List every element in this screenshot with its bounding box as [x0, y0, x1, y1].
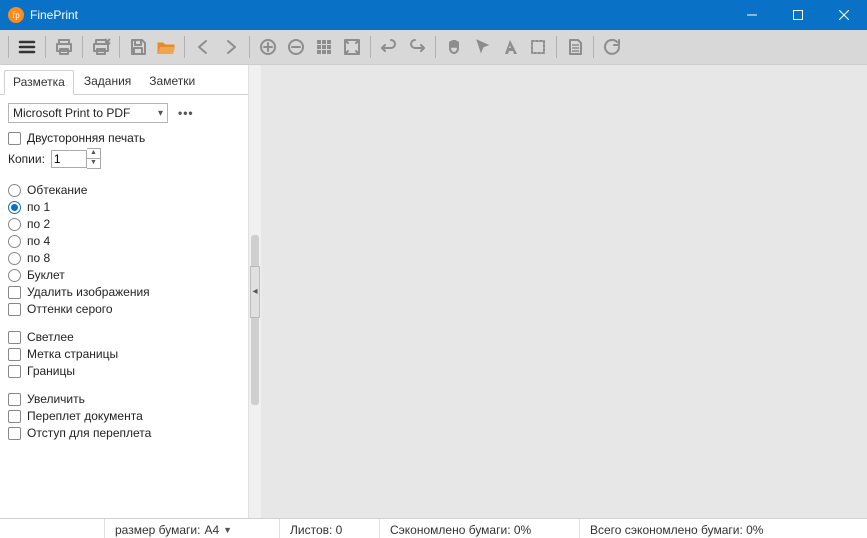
booklet-label: Буклет — [27, 268, 65, 282]
panel-splitter[interactable]: ◂ — [249, 65, 261, 518]
lighter-checkbox[interactable] — [8, 331, 21, 344]
preview-area[interactable] — [261, 65, 867, 518]
select-crop-icon[interactable] — [524, 33, 552, 61]
gutter-bind-checkbox[interactable] — [8, 410, 21, 423]
pointer-icon[interactable] — [468, 33, 496, 61]
undo-icon[interactable] — [375, 33, 403, 61]
back-arrow-icon[interactable] — [189, 33, 217, 61]
grayscale-label: Оттенки серого — [27, 302, 113, 316]
status-saved-total: Всего сэкономлено бумаги: 0% — [580, 519, 867, 538]
open-folder-icon[interactable] — [152, 33, 180, 61]
enlarge-checkbox[interactable] — [8, 393, 21, 406]
wrap-radio[interactable] — [8, 184, 21, 197]
layout-panel: Microsoft Print to PDF ▾ ••• Двустороння… — [0, 95, 248, 518]
gutter-margin-label: Отступ для переплета — [27, 426, 151, 440]
status-sheets: Листов: 0 — [280, 519, 380, 538]
print-icon[interactable] — [50, 33, 78, 61]
left-panel: Разметка Задания Заметки Microsoft Print… — [0, 65, 249, 518]
text-icon[interactable] — [496, 33, 524, 61]
tab-jobs[interactable]: Задания — [76, 70, 139, 95]
borders-checkbox[interactable] — [8, 365, 21, 378]
menu-button[interactable] — [13, 33, 41, 61]
enlarge-label: Увеличить — [27, 392, 85, 406]
minimize-button[interactable] — [729, 0, 775, 30]
printer-more-button[interactable]: ••• — [174, 104, 198, 122]
status-paper-label: размер бумаги: — [115, 523, 200, 537]
thumbnail-grid-icon[interactable] — [310, 33, 338, 61]
per8-radio[interactable] — [8, 252, 21, 265]
per4-radio[interactable] — [8, 235, 21, 248]
lighter-label: Светлее — [27, 330, 74, 344]
per2-label: по 2 — [27, 217, 50, 231]
toolbar — [0, 30, 867, 65]
save-icon[interactable] — [124, 33, 152, 61]
remove-images-label: Удалить изображения — [27, 285, 150, 299]
per8-label: по 8 — [27, 251, 50, 265]
per2-radio[interactable] — [8, 218, 21, 231]
app-title: FinePrint — [30, 8, 78, 22]
per4-label: по 4 — [27, 234, 50, 248]
booklet-radio[interactable] — [8, 269, 21, 282]
status-bar: размер бумаги: A4 ▼ Листов: 0 Сэкономлен… — [0, 518, 867, 538]
status-paper-value: A4 — [204, 523, 219, 537]
per1-radio[interactable] — [8, 201, 21, 214]
copies-spinner[interactable]: ▲▼ — [87, 148, 101, 169]
per1-label: по 1 — [27, 200, 50, 214]
gutter-margin-checkbox[interactable] — [8, 427, 21, 440]
zoom-in-icon[interactable] — [254, 33, 282, 61]
redo-icon[interactable] — [403, 33, 431, 61]
app-icon: fp — [8, 7, 24, 23]
splitter-collapse-icon[interactable]: ◂ — [250, 266, 260, 318]
grayscale-checkbox[interactable] — [8, 303, 21, 316]
gutter-bind-label: Переплет документа — [27, 409, 143, 423]
copies-label: Копии: — [8, 152, 45, 166]
remove-images-checkbox[interactable] — [8, 286, 21, 299]
status-paper-size[interactable]: размер бумаги: A4 ▼ — [105, 519, 280, 538]
page-mark-checkbox[interactable] — [8, 348, 21, 361]
printer-select-label: Microsoft Print to PDF — [13, 106, 130, 120]
page-icon[interactable] — [561, 33, 589, 61]
dropdown-arrow-icon: ▼ — [223, 525, 232, 535]
hand-pan-icon[interactable] — [440, 33, 468, 61]
tab-notes[interactable]: Заметки — [141, 70, 203, 95]
copies-input[interactable] — [51, 150, 87, 168]
window-controls — [729, 0, 867, 30]
maximize-button[interactable] — [775, 0, 821, 30]
svg-text:fp: fp — [12, 10, 20, 20]
close-button[interactable] — [821, 0, 867, 30]
title-bar: fp FinePrint — [0, 0, 867, 30]
zoom-out-icon[interactable] — [282, 33, 310, 61]
duplex-label: Двусторонняя печать — [27, 131, 145, 145]
forward-arrow-icon[interactable] — [217, 33, 245, 61]
duplex-checkbox[interactable] — [8, 132, 21, 145]
refresh-icon[interactable] — [598, 33, 626, 61]
tab-layout[interactable]: Разметка — [4, 70, 74, 95]
borders-label: Границы — [27, 364, 75, 378]
fit-page-icon[interactable] — [338, 33, 366, 61]
chevron-down-icon: ▾ — [158, 108, 163, 119]
status-empty — [0, 519, 105, 538]
status-saved: Сэкономлено бумаги: 0% — [380, 519, 580, 538]
print-delete-icon[interactable] — [87, 33, 115, 61]
content-area: Разметка Задания Заметки Microsoft Print… — [0, 65, 867, 518]
page-mark-label: Метка страницы — [27, 347, 118, 361]
printer-select[interactable]: Microsoft Print to PDF ▾ — [8, 103, 168, 123]
wrap-label: Обтекание — [27, 183, 87, 197]
panel-tabs: Разметка Задания Заметки — [0, 65, 248, 95]
